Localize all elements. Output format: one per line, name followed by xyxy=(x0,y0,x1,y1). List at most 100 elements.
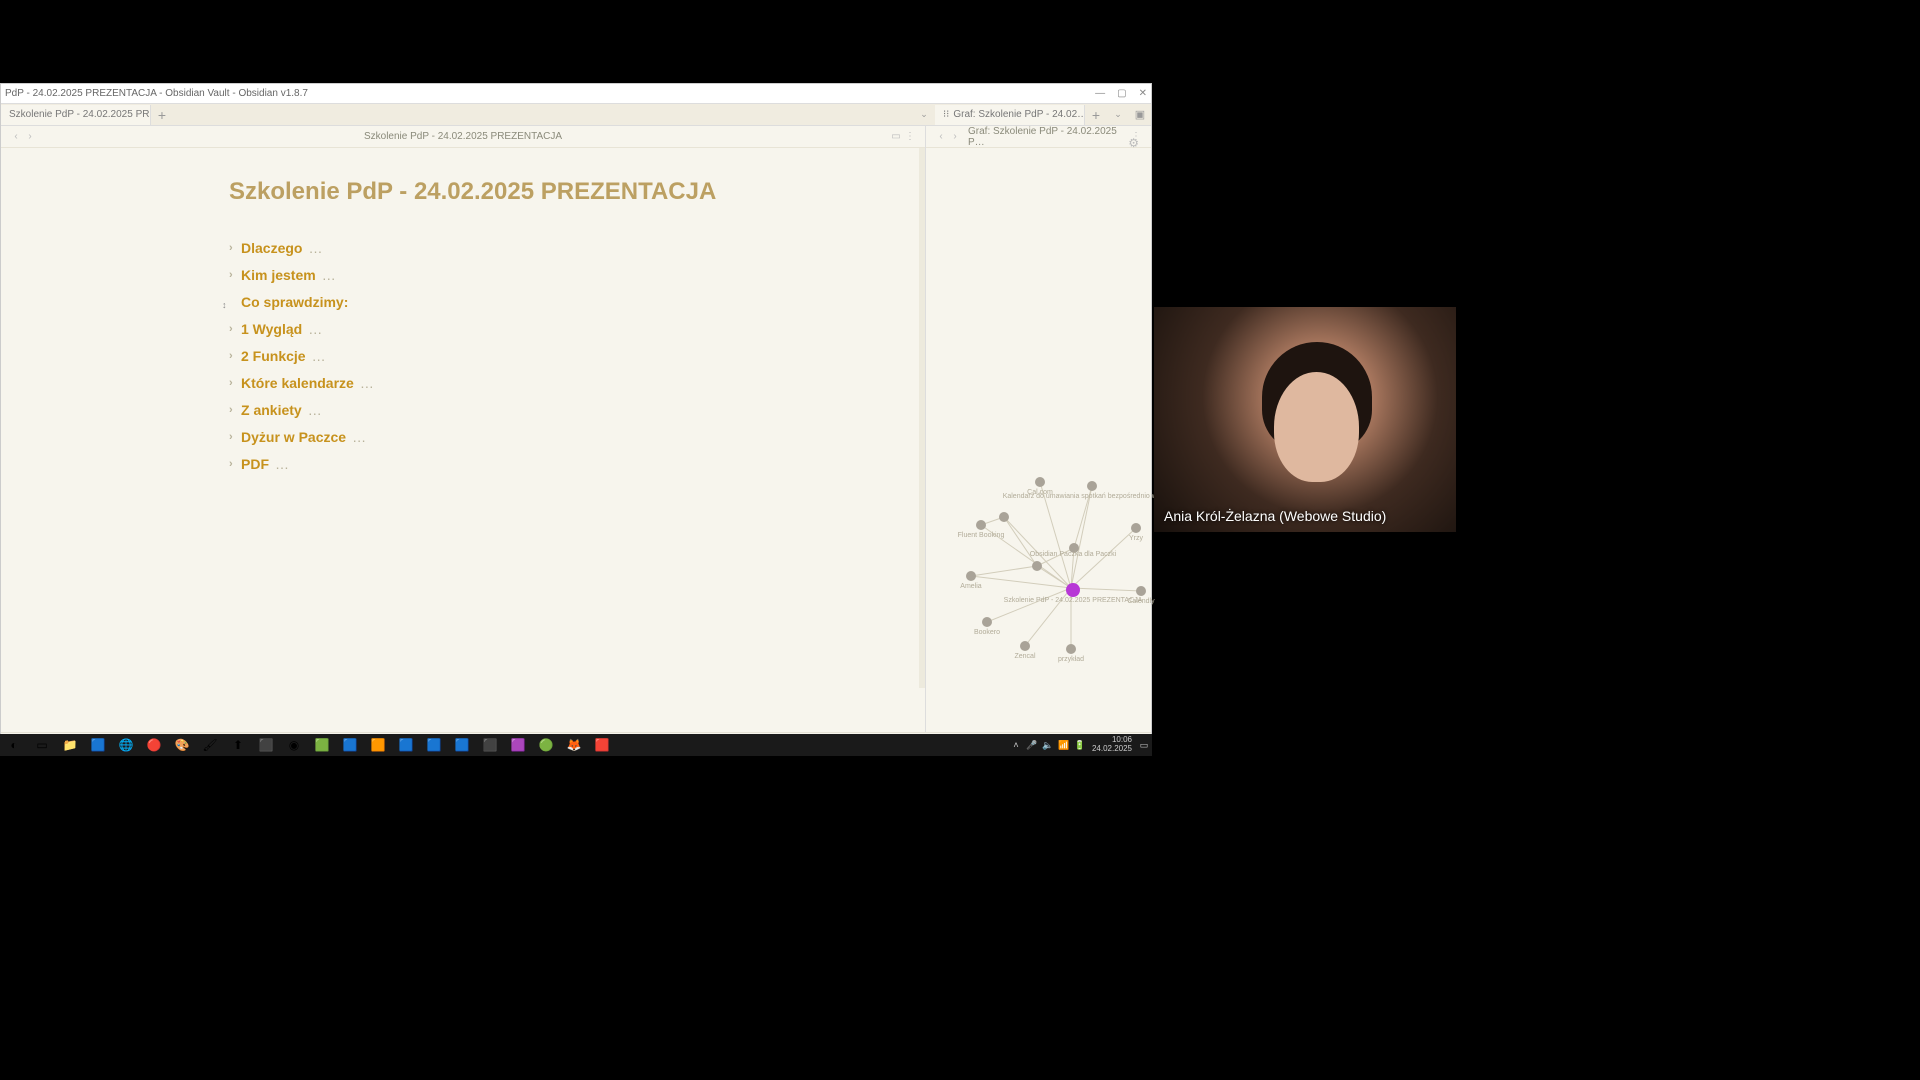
taskbar-app-icon[interactable]: 🟧 xyxy=(364,734,392,756)
graph-node[interactable] xyxy=(1087,481,1097,491)
outline-heading[interactable]: ›Kim jestem… xyxy=(229,267,885,283)
taskbar-app-icon[interactable]: 🟩 xyxy=(308,734,336,756)
taskbar-app-icon[interactable]: 🦊 xyxy=(560,734,588,756)
taskbar-app-icon[interactable]: 🌐 xyxy=(112,734,140,756)
taskbar-app-icon[interactable]: 🟦 xyxy=(420,734,448,756)
collapse-dots-icon[interactable]: … xyxy=(308,321,322,337)
taskbar-clock[interactable]: 10:06 24.02.2025 xyxy=(1088,736,1136,754)
nav-back-button[interactable]: ‹ xyxy=(9,131,23,142)
tray-icon[interactable]: ˄ xyxy=(1008,740,1024,751)
tray-icon[interactable]: 🔋 xyxy=(1072,740,1088,751)
document-title[interactable]: Szkolenie PdP - 24.02.2025 PREZENTACJA xyxy=(229,178,885,206)
window-minimize-button[interactable]: — xyxy=(1095,88,1105,99)
graph-node[interactable] xyxy=(1131,523,1141,533)
taskbar-app-icon[interactable]: 🖌 xyxy=(196,734,224,756)
graph-node[interactable] xyxy=(1066,583,1080,597)
taskbar-app-icon[interactable]: 🟦 xyxy=(448,734,476,756)
chevron-right-icon[interactable]: › xyxy=(229,458,241,470)
tab-dropdown-right[interactable]: ⌄ xyxy=(1107,109,1129,120)
outline-heading[interactable]: ›Które kalendarze… xyxy=(229,375,885,391)
taskbar-app-icon[interactable]: 🔴 xyxy=(140,734,168,756)
taskbar-app-icon[interactable]: ⬛ xyxy=(252,734,280,756)
video-participant-tile[interactable]: Ania Król-Żelazna (Webowe Studio) xyxy=(1154,307,1456,532)
collapse-dots-icon[interactable]: … xyxy=(308,240,322,256)
window-close-button[interactable]: ✕ xyxy=(1139,88,1147,99)
editor-pane: ‹ › Szkolenie PdP - 24.02.2025 PREZENTAC… xyxy=(1,126,926,732)
window-title-bar[interactable]: PdP - 24.02.2025 PREZENTACJA - Obsidian … xyxy=(1,84,1151,104)
tray-icon[interactable]: 🎤 xyxy=(1024,740,1040,751)
taskbar-app-icon[interactable]: 🟢 xyxy=(532,734,560,756)
show-desktop-button[interactable]: ▭ xyxy=(1136,740,1152,751)
nav-forward-button[interactable]: › xyxy=(948,131,962,142)
participant-name: Ania Król-Żelazna (Webowe Studio) xyxy=(1164,508,1386,524)
taskbar-app-icon[interactable]: 🟦 xyxy=(392,734,420,756)
heading-text: Z ankiety xyxy=(241,402,302,418)
reading-mode-button[interactable]: ▭ xyxy=(889,131,903,142)
outline-heading[interactable]: ›Z ankiety … xyxy=(229,402,885,418)
graph-node[interactable] xyxy=(1020,641,1030,651)
graph-node[interactable] xyxy=(1032,561,1042,571)
tab-dropdown[interactable]: ⌄ xyxy=(913,109,935,120)
chevron-right-icon[interactable]: › xyxy=(229,242,241,254)
taskbar-app-icon[interactable]: ⬆ xyxy=(224,734,252,756)
outline-heading[interactable]: ↕›Co sprawdzimy: xyxy=(229,294,885,310)
graph-node[interactable] xyxy=(966,571,976,581)
tray-icon[interactable]: 📶 xyxy=(1056,740,1072,751)
collapse-dots-icon[interactable]: … xyxy=(275,456,289,472)
graph-node[interactable] xyxy=(999,512,1009,522)
taskbar-app-icon[interactable]: 🟦 xyxy=(84,734,112,756)
tray-icon[interactable]: 🔈 xyxy=(1040,740,1056,751)
tab-strip: Szkolenie PdP - 24.02.2025 PREZ… ✕ + ⌄ ⁝… xyxy=(1,104,1151,126)
taskbar-app-icon[interactable]: ▭ xyxy=(28,734,56,756)
window-title: PdP - 24.02.2025 PREZENTACJA - Obsidian … xyxy=(5,88,308,99)
graph-node[interactable] xyxy=(1136,586,1146,596)
tab-graph-icon: ⁝⁝ xyxy=(943,109,949,120)
outline-heading[interactable]: ›PDF… xyxy=(229,456,885,472)
pane-header: ‹ › Szkolenie PdP - 24.02.2025 PREZENTAC… xyxy=(1,126,925,148)
nav-back-button[interactable]: ‹ xyxy=(934,131,948,142)
outline-heading[interactable]: ›Dlaczego… xyxy=(229,240,885,256)
graph-node-label: Yrzy xyxy=(1129,535,1143,542)
taskbar-app-icon[interactable]: 🟥 xyxy=(588,734,616,756)
chevron-right-icon[interactable]: › xyxy=(229,323,241,335)
collapse-dots-icon[interactable]: … xyxy=(322,267,336,283)
outline-heading[interactable]: ›2 Funkcje… xyxy=(229,348,885,364)
graph-node[interactable] xyxy=(976,520,986,530)
taskbar-app-icon[interactable]: 🟪 xyxy=(504,734,532,756)
graph-node[interactable] xyxy=(1066,644,1076,654)
taskbar-app-icon[interactable]: ⬛ xyxy=(476,734,504,756)
taskbar-app-icon[interactable]: ◐ xyxy=(0,734,28,756)
chevron-right-icon[interactable]: › xyxy=(229,377,241,389)
pane-more-button[interactable]: ⋮ xyxy=(903,131,917,142)
taskbar-app-icon[interactable]: ◉ xyxy=(280,734,308,756)
graph-node-label: Obsidian Paczka dla Paczki xyxy=(1030,551,1116,558)
chevron-right-icon[interactable]: › xyxy=(229,404,241,416)
new-tab-button[interactable]: + xyxy=(151,107,173,123)
collapse-dots-icon[interactable]: … xyxy=(352,429,366,445)
windows-taskbar[interactable]: ◐▭📁🟦🌐🔴🎨🖌⬆⬛◉🟩🟦🟧🟦🟦🟦⬛🟪🟢🦊🟥 ˄🎤🔈📶🔋 10:06 24.02… xyxy=(0,734,1152,756)
new-tab-button-right[interactable]: + xyxy=(1085,107,1107,123)
graph-node[interactable] xyxy=(982,617,992,627)
outline-heading[interactable]: ›Dyżur w Paczce… xyxy=(229,429,885,445)
tab-graph[interactable]: ⁝⁝ Graf: Szkolenie PdP - 24.02… ✕ xyxy=(935,105,1085,125)
taskbar-app-icon[interactable]: 🎨 xyxy=(168,734,196,756)
tab-label: Szkolenie PdP - 24.02.2025 PREZ… xyxy=(9,109,151,120)
collapse-dots-icon[interactable]: … xyxy=(308,402,322,418)
graph-settings-button[interactable]: ⚙ xyxy=(1128,136,1139,150)
chevron-right-icon[interactable]: › xyxy=(229,269,241,281)
scrollbar[interactable] xyxy=(919,148,925,688)
tab-document[interactable]: Szkolenie PdP - 24.02.2025 PREZ… ✕ xyxy=(1,105,151,125)
window-maximize-button[interactable]: ▢ xyxy=(1117,88,1126,99)
split-pane-button[interactable]: ▣ xyxy=(1129,108,1151,121)
collapse-dots-icon[interactable]: … xyxy=(312,348,326,364)
graph-node[interactable] xyxy=(1035,477,1045,487)
chevron-right-icon[interactable]: › xyxy=(229,350,241,362)
taskbar-app-icon[interactable]: 🟦 xyxy=(336,734,364,756)
chevron-right-icon[interactable]: › xyxy=(229,431,241,443)
outline-heading[interactable]: ›1 Wygląd… xyxy=(229,321,885,337)
document-body[interactable]: Szkolenie PdP - 24.02.2025 PREZENTACJA ›… xyxy=(1,148,925,472)
collapse-dots-icon[interactable]: … xyxy=(360,375,374,391)
graph-view[interactable]: Cal.comKalendarz do umawiania spotkań be… xyxy=(936,306,1141,712)
taskbar-app-icon[interactable]: 📁 xyxy=(56,734,84,756)
nav-forward-button[interactable]: › xyxy=(23,131,37,142)
